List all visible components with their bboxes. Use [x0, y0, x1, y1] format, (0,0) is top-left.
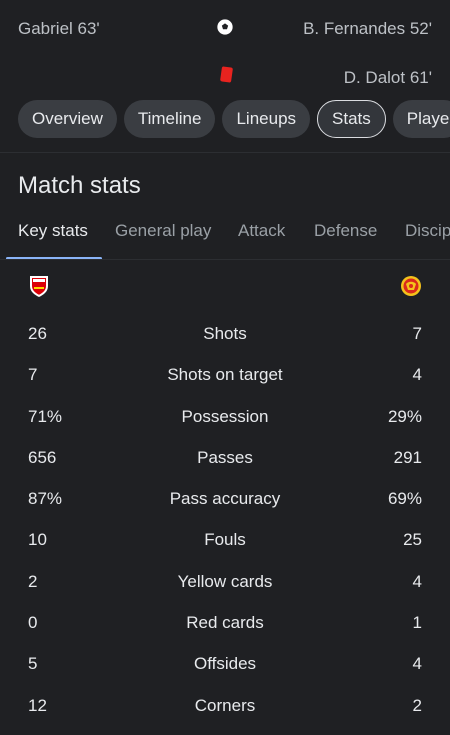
subtab-discipline[interactable]: Discip — [405, 221, 450, 241]
away-stat-value: 4 — [412, 571, 422, 591]
red-card-icon — [220, 66, 233, 83]
tab-lineups[interactable]: Lineups — [222, 100, 311, 138]
stat-row: 12 Corners 2 — [0, 686, 450, 727]
stat-label: Pass accuracy — [169, 489, 281, 509]
goal-ball-icon — [216, 18, 234, 36]
subtab-defense[interactable]: Defense — [314, 221, 377, 241]
away-stat-value: 69% — [387, 489, 422, 509]
stat-label: Fouls — [204, 530, 246, 550]
away-stat-value: 4 — [412, 654, 422, 674]
divider — [0, 259, 450, 260]
subtab-general-play[interactable]: General play — [115, 221, 211, 241]
stat-label: Shots on target — [167, 365, 283, 385]
stats-table: 26 Shots 7 7 Shots on target 4 71% Possession 29… — [0, 314, 450, 727]
stat-row: 2 Yellow cards 4 — [0, 562, 450, 603]
home-goal-event: Gabriel 63' — [18, 19, 100, 38]
stat-row: 71% Possession 29% — [0, 397, 450, 438]
tab-stats[interactable]: Stats — [317, 100, 386, 138]
away-card-event: D. Dalot 61' — [343, 68, 432, 87]
tab-players[interactable]: Playe — [392, 100, 450, 138]
subtab-attack[interactable]: Attack — [238, 221, 285, 241]
stat-label: Shots — [203, 324, 247, 343]
away-stat-value: 291 — [393, 447, 422, 467]
manchester-united-crest-icon — [401, 276, 421, 296]
tab-overview[interactable]: Overview — [18, 100, 117, 138]
away-stat-value: 7 — [412, 324, 422, 343]
away-goal-event: B. Fernandes 52' — [303, 19, 432, 38]
stat-row: 656 Passes 291 — [0, 438, 450, 479]
stats-subtabs: Key stats General play Attack Defense Di… — [0, 214, 450, 260]
section-title: Match stats — [18, 172, 141, 199]
stat-row: 7 Shots on target 4 — [0, 355, 450, 396]
away-stat-value: 29% — [387, 406, 422, 426]
subtab-key-stats[interactable]: Key stats — [18, 221, 88, 241]
tab-timeline[interactable]: Timeline — [123, 100, 216, 138]
stat-label: Offsides — [193, 654, 257, 674]
divider — [0, 152, 450, 153]
match-tabs: Overview Timeline Lineups Stats Playe — [18, 100, 450, 140]
arsenal-crest-icon — [30, 276, 48, 297]
stat-label: Red cards — [186, 613, 264, 633]
stat-label: Passes — [197, 447, 253, 467]
stat-row: 5 Offsides 4 — [0, 644, 450, 685]
stat-label: Yellow cards — [177, 571, 273, 591]
stat-label: Possession — [181, 406, 269, 426]
away-stat-value: 2 — [412, 695, 422, 715]
away-stat-value: 25 — [403, 530, 422, 550]
away-stat-value: 1 — [412, 613, 422, 633]
stat-row: 0 Red cards 1 — [0, 603, 450, 644]
stat-row: 10 Fouls 25 — [0, 520, 450, 561]
match-events: Gabriel 63' B. Fernandes 52' D. Dalot 61… — [0, 0, 450, 100]
stat-label: Corners — [194, 695, 256, 715]
stat-row: 26 Shots 7 — [0, 314, 450, 355]
stat-row: 87% Pass accuracy 69% — [0, 479, 450, 520]
away-stat-value: 4 — [412, 365, 422, 385]
